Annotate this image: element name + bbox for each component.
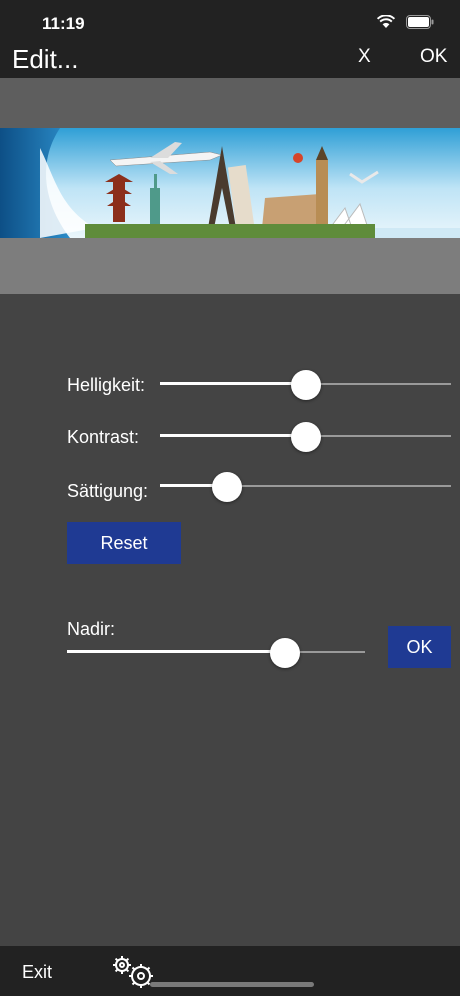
wifi-icon — [376, 15, 396, 28]
contrast-slider[interactable] — [160, 422, 451, 452]
page-title: Edit... — [12, 44, 79, 74]
preview-top-band — [0, 78, 460, 128]
battery-icon — [406, 15, 434, 29]
status-bar: 11:19 — [0, 0, 460, 40]
status-icons — [376, 15, 434, 29]
preview-image — [0, 128, 460, 238]
nadir-label: Nadir: — [67, 619, 116, 639]
ok-button[interactable]: OK — [420, 46, 447, 68]
brightness-slider[interactable] — [160, 370, 451, 400]
contrast-label: Kontrast: — [67, 427, 140, 447]
close-button[interactable]: X — [358, 46, 371, 68]
status-time: 11:19 — [42, 14, 85, 33]
saturation-label: Sättigung: — [67, 481, 149, 501]
contrast-fill — [160, 434, 306, 437]
brightness-fill — [160, 382, 306, 385]
home-indicator — [150, 982, 314, 987]
brightness-thumb[interactable] — [290, 370, 321, 400]
brightness-label: Helligkeit: — [67, 375, 146, 395]
reset-button[interactable]: Reset — [67, 522, 181, 564]
nadir-thumb[interactable] — [269, 638, 300, 668]
saturation-slider[interactable] — [160, 472, 451, 502]
nav-bar: Edit... X OK — [0, 40, 460, 78]
nadir-slider[interactable] — [67, 638, 365, 668]
nadir-fill — [67, 650, 285, 653]
nadir-ok-button[interactable]: OK — [388, 626, 451, 668]
saturation-thumb[interactable] — [211, 472, 242, 502]
contrast-thumb[interactable] — [290, 422, 321, 452]
exit-button[interactable]: Exit — [22, 962, 52, 983]
preview-bottom-band — [0, 238, 460, 294]
bottom-bar: Exit — [0, 946, 460, 996]
